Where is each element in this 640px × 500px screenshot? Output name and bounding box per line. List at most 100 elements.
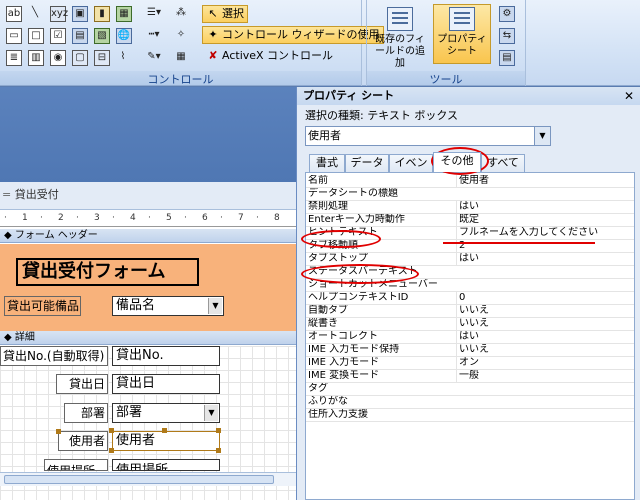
scrollbar-thumb[interactable]	[4, 475, 274, 484]
wand-icon[interactable]: ✧	[174, 28, 190, 44]
tab-data[interactable]: データ	[345, 154, 389, 172]
property-row[interactable]: 名前 使用者	[306, 175, 634, 188]
bound-frame-tool-icon[interactable]: ▧	[94, 28, 110, 44]
property-row[interactable]: 禁則処理 はい	[306, 201, 634, 214]
property-sheet-icon	[449, 7, 475, 31]
image-tool-icon[interactable]: ▣	[72, 6, 88, 22]
ruler-mark: 8	[274, 213, 280, 223]
line-color-icon[interactable]: ✎▾	[142, 50, 166, 66]
button-tool-icon[interactable]: ▭	[6, 28, 22, 44]
ruler-mark: 1	[22, 213, 28, 223]
property-grid: 名前 使用者 データシートの標題 禁則処理 はい Enterキー入力時動作 既定 ヒン…	[305, 172, 635, 500]
checkbox-tool-icon[interactable]: ☑	[50, 28, 66, 44]
label-tool-icon[interactable]: xyz	[50, 6, 68, 22]
detail-section-label: 詳細	[14, 332, 35, 343]
property-row[interactable]: データシートの標題	[306, 188, 634, 201]
tab-other[interactable]: その他	[433, 152, 481, 172]
use-location-label[interactable]: 使用場所	[44, 459, 108, 471]
selection-handle[interactable]	[109, 448, 114, 453]
property-row[interactable]: 自動タブ いいえ	[306, 305, 634, 318]
code-icon[interactable]: ⚙	[499, 6, 515, 22]
listbox-tool-icon[interactable]: ≣	[6, 50, 22, 66]
chevron-down-icon[interactable]: ▼	[204, 405, 218, 421]
property-row[interactable]: タグ	[306, 383, 634, 396]
workspace-background	[0, 87, 296, 182]
annotation-underline-hint-value	[443, 242, 595, 244]
select-button[interactable]: ↖ 選択	[202, 5, 248, 23]
department-combo[interactable]: 部署 ▼	[112, 403, 220, 423]
activex-button[interactable]: ✘ ActiveX コントロール	[202, 47, 337, 65]
ruler-mark: 3	[94, 213, 100, 223]
field-list-icon[interactable]: ▦	[174, 50, 190, 66]
department-label[interactable]: 部署	[64, 403, 108, 423]
loan-number-label[interactable]: 貸出No.(自動取得)	[0, 346, 108, 366]
loan-date-field[interactable]: 貸出日	[112, 374, 220, 394]
line-style-icon[interactable]: ┅▾	[142, 28, 166, 44]
user-field[interactable]: 使用者	[112, 431, 220, 451]
use-location-field[interactable]: 使用場所	[112, 459, 220, 471]
loan-date-label[interactable]: 貸出日	[56, 374, 108, 394]
section-marker-icon: ◆	[4, 332, 12, 343]
radio-tool-icon[interactable]: ◉	[50, 50, 66, 66]
hyperlink-tool-icon[interactable]: 🌐	[116, 28, 132, 44]
property-row[interactable]: Enterキー入力時動作 既定	[306, 214, 634, 227]
annotation-circle-statusbar-text	[301, 264, 419, 284]
option-group-tool-icon[interactable]: ▥	[28, 50, 44, 66]
subform-tool-icon[interactable]: ⌇	[116, 50, 132, 66]
page-break-tool-icon[interactable]: ⊟	[94, 50, 110, 66]
property-row[interactable]: 住所入力支援	[306, 409, 634, 422]
tab-format[interactable]: 書式	[309, 154, 345, 172]
chevron-down-icon[interactable]: ▼	[208, 298, 222, 314]
unbound-frame-tool-icon[interactable]: ▤	[72, 28, 88, 44]
close-icon[interactable]: ✕	[622, 89, 636, 103]
ruler-mark: 6	[202, 213, 208, 223]
property-row[interactable]: ヘルプコンテキストID 0	[306, 292, 634, 305]
ruler-mark: ·	[184, 213, 187, 223]
annotation-circle-hint-text	[301, 230, 381, 248]
user-label[interactable]: 使用者	[58, 431, 108, 451]
property-sheet-button[interactable]: プロパティシート	[433, 4, 491, 64]
add-existing-fields-button[interactable]: 既存のフィールドの追加	[371, 4, 429, 69]
form-document-tab[interactable]: = 貸出受付	[0, 182, 296, 210]
effects-icon[interactable]: ⁂	[174, 6, 190, 22]
view-code-icon[interactable]: ▤	[499, 50, 515, 66]
property-row[interactable]: ふりがな	[306, 396, 634, 409]
wizard-icon: ✦	[208, 28, 218, 41]
tab-control-tool-icon[interactable]: ▢	[72, 50, 88, 66]
textbox-tool-icon[interactable]: ab	[6, 6, 22, 22]
object-selector[interactable]: 使用者 ▼	[305, 126, 551, 146]
property-row[interactable]: IME 入力モード保持 いいえ	[306, 344, 634, 357]
tools-group: 既存のフィールドの追加 プロパティシート ⚙ ⇆ ▤ ツール	[366, 0, 526, 86]
section-marker-icon: ◆	[4, 230, 12, 241]
attachment-tool-icon[interactable]: ▦	[116, 6, 132, 22]
line-tool-icon[interactable]: ╲	[28, 6, 44, 22]
selection-handle[interactable]	[162, 428, 167, 433]
chevron-down-icon[interactable]: ▼	[534, 127, 550, 145]
control-wizard-button[interactable]: ✦ コントロール ウィザードの使用	[202, 26, 384, 44]
line-thickness-icon[interactable]: ☰▾	[142, 6, 166, 22]
available-items-label[interactable]: 貸出可能備品	[4, 296, 81, 316]
form-title-label[interactable]: 貸出受付フォーム	[16, 258, 199, 286]
detail-section-bar[interactable]: ◆ 詳細	[0, 331, 296, 345]
horizontal-scrollbar[interactable]	[0, 472, 296, 486]
form-header-section-label: フォーム ヘッダー	[14, 230, 98, 241]
selection-handle[interactable]	[109, 428, 114, 433]
tab-event[interactable]: イベント	[389, 154, 433, 185]
ruler-mark: 7	[238, 213, 244, 223]
chart-tool-icon[interactable]: ▮	[94, 6, 110, 22]
property-row[interactable]: IME 入力モード オン	[306, 357, 634, 370]
rectangle-tool-icon[interactable]: □	[28, 28, 44, 44]
property-row[interactable]: オートコレクト はい	[306, 331, 634, 344]
ruler-mark: ·	[112, 213, 115, 223]
tab-order-icon[interactable]: ⇆	[499, 28, 515, 44]
loan-number-field[interactable]: 貸出No.	[112, 346, 220, 366]
selection-handle[interactable]	[216, 428, 221, 433]
ruler-mark: 4	[130, 213, 136, 223]
item-name-combo[interactable]: 備品名 ▼	[112, 296, 224, 316]
selection-handle[interactable]	[216, 448, 221, 453]
property-row[interactable]: 縦書き いいえ	[306, 318, 634, 331]
ruler-mark: ·	[256, 213, 259, 223]
selection-handle[interactable]	[56, 429, 61, 434]
property-row[interactable]: IME 変換モード 一般	[306, 370, 634, 383]
form-header-section-bar[interactable]: ◆ フォーム ヘッダー	[0, 229, 296, 243]
